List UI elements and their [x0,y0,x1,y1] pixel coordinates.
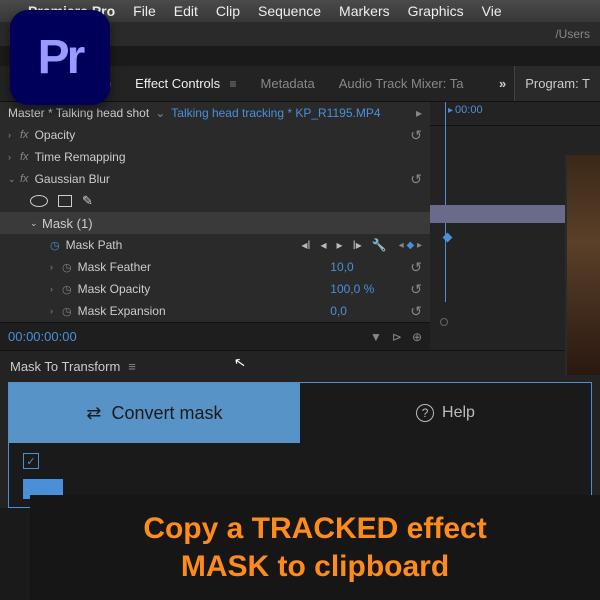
panel-menu-icon[interactable]: ≡ [226,77,236,91]
mask-item[interactable]: ⌄ Mask (1) [0,212,430,234]
playhead-line[interactable] [445,102,446,302]
effect-opacity[interactable]: › fx Opacity ↺ [0,124,430,146]
reset-icon[interactable]: ↺ [410,303,422,320]
stopwatch-icon[interactable]: ◷ [62,305,72,318]
twirl-icon[interactable]: › [50,306,62,316]
tab-effect-controls[interactable]: Effect Controls ≡ [135,76,236,91]
mask-tracking-controls: ◂ǀ ◂ ▸ ǀ▸ 🔧 [301,238,386,252]
rect-mask-icon[interactable] [58,195,72,207]
track-fwd-icon[interactable]: ▸ [337,238,343,252]
effect-time-remapping[interactable]: › fx Time Remapping [0,146,430,168]
panel-menu-icon[interactable]: ≡ [128,359,136,374]
option-checkbox[interactable]: ✓ [23,453,39,469]
timecode-display[interactable]: 00:00:00:00 ▼ ⊳ ⊕ [0,322,430,350]
play-icon[interactable]: ▸ [416,106,422,120]
chevron-down-icon[interactable]: ⌄ [155,106,165,120]
twirl-open-icon[interactable]: ⌄ [30,218,42,229]
tutorial-caption: Copy a TRACKED effect MASK to clipboard [30,495,600,600]
document-path: /Users [555,27,590,41]
reset-icon[interactable]: ↺ [410,281,422,298]
stopwatch-icon[interactable]: ◷ [50,239,60,252]
convert-mask-button[interactable]: ⇄ Convert mask [9,383,300,443]
clip-header: Master * Talking head shot ⌄ Talking hea… [0,102,430,124]
fx-badge: fx [20,129,29,141]
prop-mask-opacity[interactable]: › ◷ Mask Opacity 100,0 % ↺ [0,278,430,300]
zoom-icon[interactable]: ⊕ [412,330,422,344]
program-monitor-preview [565,155,600,375]
tab-program[interactable]: Program: T [514,66,600,101]
menu-sequence[interactable]: Sequence [258,3,321,19]
help-icon: ? [416,404,434,422]
value-mask-expansion[interactable]: 0,0 [330,304,410,318]
reset-icon[interactable]: ↺ [410,259,422,276]
value-mask-opacity[interactable]: 100,0 % [330,282,410,296]
keyframe-nav[interactable]: ◂ ◆ ▸ [399,240,422,251]
value-mask-feather[interactable]: 10,0 [330,260,410,274]
master-clip-name[interactable]: Master * Talking head shot [8,106,149,120]
reset-icon[interactable]: ↺ [410,127,422,144]
help-button[interactable]: ? Help [300,383,591,443]
reset-icon[interactable]: ↺ [410,171,422,188]
track-back-one-icon[interactable]: ◂ǀ [301,238,310,252]
effect-gaussian-blur[interactable]: ⌄ fx Gaussian Blur ↺ [0,168,430,190]
mask-to-transform-panel: Mask To Transform ≡ ⇄ Convert mask ? Hel… [0,350,600,508]
prop-mask-expansion[interactable]: › ◷ Mask Expansion 0,0 ↺ [0,300,430,322]
effect-controls-panel: Master * Talking head shot ⌄ Talking hea… [0,102,600,350]
stopwatch-icon[interactable]: ◷ [62,283,72,296]
convert-icon: ⇄ [86,403,101,424]
filter-icon[interactable]: ▼ [370,330,382,344]
sequence-clip-name[interactable]: Talking head tracking * KP_R1195.MP4 [171,106,380,120]
twirl-icon[interactable]: › [50,262,62,272]
menu-graphics[interactable]: Graphics [408,3,464,19]
prop-mask-path[interactable]: ◷ Mask Path ◂ǀ ◂ ▸ ǀ▸ 🔧 ◂ ◆ ▸ [0,234,430,256]
playhead-time[interactable]: 00:00 [448,104,483,116]
premiere-app-icon: Pr [10,10,110,105]
mask-shape-tools: ✎ [0,190,430,212]
menu-clip[interactable]: Clip [216,3,240,19]
fx-badge: fx [20,151,29,163]
menu-file[interactable]: File [133,3,156,19]
overflow-icon[interactable]: » [491,76,514,91]
stopwatch-icon[interactable]: ◷ [62,261,72,274]
twirl-icon[interactable]: › [8,130,20,140]
twirl-open-icon[interactable]: ⌄ [8,174,20,185]
twirl-icon[interactable]: › [50,284,62,294]
menu-markers[interactable]: Markers [339,3,390,19]
tab-audio-mixer[interactable]: Audio Track Mixer: Ta [339,76,464,91]
twirl-icon[interactable]: › [8,152,20,162]
menu-edit[interactable]: Edit [174,3,198,19]
menu-view[interactable]: Vie [482,3,502,19]
pen-mask-icon[interactable]: ✎ [82,193,93,209]
tab-metadata[interactable]: Metadata [261,76,315,91]
fx-badge: fx [20,173,29,185]
wrench-icon[interactable]: 🔧 [372,238,387,252]
track-back-icon[interactable]: ◂ [321,238,327,252]
panel-title: Mask To Transform [10,359,120,374]
ellipse-mask-icon[interactable] [30,195,48,207]
track-fwd-one-icon[interactable]: ǀ▸ [353,238,362,252]
snap-icon[interactable]: ⊳ [392,330,402,344]
prop-mask-feather[interactable]: › ◷ Mask Feather 10,0 ↺ [0,256,430,278]
